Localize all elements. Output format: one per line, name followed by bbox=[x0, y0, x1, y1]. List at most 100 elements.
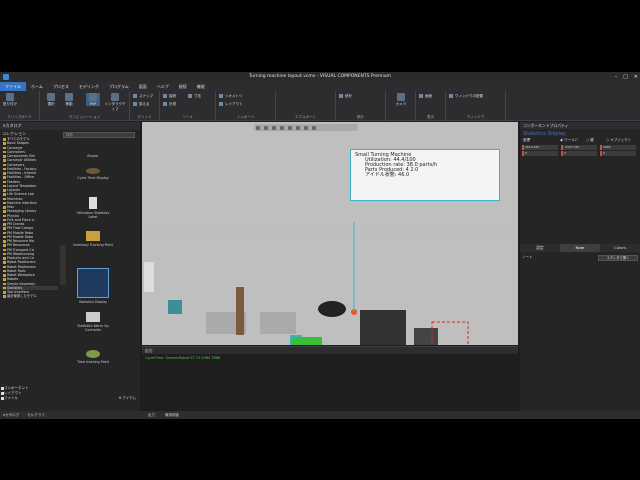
window-title: Turning machine layout.vcmx - VISUAL COM… bbox=[249, 74, 391, 79]
statistics-display-panel[interactable]: Small Turning Machine Utilization: 44.4/… bbox=[350, 149, 500, 201]
tab-machine-survey[interactable]: 機械調査 bbox=[165, 411, 179, 419]
parent-radio[interactable]: ○ 親 bbox=[586, 138, 594, 143]
geometry-option[interactable]: ジオメトリ bbox=[219, 94, 243, 99]
tab-cell-graph[interactable]: セルグラフ bbox=[27, 413, 45, 417]
items-count: 6 アイテム bbox=[119, 396, 136, 400]
open-editor-button[interactable]: エディタで開く bbox=[598, 255, 638, 261]
coord-z-field[interactable]: 2960 bbox=[600, 145, 636, 150]
group-export: エクスポート bbox=[276, 91, 336, 121]
select-icon bbox=[47, 93, 55, 101]
layout-option[interactable]: レイアウト bbox=[219, 102, 243, 107]
dimension-option[interactable]: 寸法 bbox=[188, 94, 201, 99]
paste-icon bbox=[6, 93, 14, 101]
minimize-icon[interactable]: – bbox=[615, 72, 618, 82]
checkbox-label: コンポーネント bbox=[4, 386, 29, 390]
menu-connect[interactable]: 接続 bbox=[174, 82, 192, 91]
menu-modeling[interactable]: モデリング bbox=[74, 82, 104, 91]
group-label-import: インポート bbox=[236, 115, 255, 119]
menu-program[interactable]: プログラム bbox=[104, 82, 134, 91]
menu-feature[interactable]: 機能 bbox=[192, 82, 210, 91]
menu-drawing[interactable]: 図面 bbox=[134, 82, 152, 91]
tab-ecatalog[interactable]: eカタログ bbox=[3, 413, 19, 417]
screen-option[interactable]: 画面 bbox=[419, 94, 432, 99]
snap-option[interactable]: スナップ bbox=[133, 94, 153, 99]
group-statistics: 統計 統計 bbox=[336, 91, 386, 121]
window-layout-option[interactable]: ウィンドウの配置 bbox=[449, 94, 483, 99]
utilization-thumb bbox=[89, 197, 97, 209]
snap-icon bbox=[133, 94, 137, 98]
connect-label: 接続 bbox=[169, 94, 176, 98]
pnp-button[interactable]: PnP bbox=[86, 93, 100, 106]
coord-y-field[interactable]: -3347.097 bbox=[561, 145, 597, 150]
measure-option[interactable]: 計測 bbox=[163, 102, 176, 107]
gallery-side-tab[interactable] bbox=[60, 245, 66, 285]
maximize-icon[interactable]: □ bbox=[623, 72, 628, 82]
menu-file[interactable]: ファイル bbox=[0, 82, 26, 91]
gallery-item-statistics-display[interactable]: Statistics Display bbox=[73, 268, 113, 304]
group-camera: カメラ bbox=[386, 91, 416, 121]
catalog-search-input[interactable]: 検索 bbox=[63, 132, 135, 138]
measure-icon bbox=[163, 102, 167, 106]
group-label-statistics: 統計 bbox=[357, 115, 364, 119]
statistics-option[interactable]: 統計 bbox=[339, 94, 352, 99]
camera-button[interactable]: カメラ bbox=[392, 93, 410, 107]
green-container bbox=[292, 337, 322, 345]
gallery-item-utilization[interactable]: Utilization Statistics Label bbox=[73, 197, 113, 219]
connect-option[interactable]: 接続 bbox=[163, 94, 176, 99]
properties-header: コンポーネントプロパティ bbox=[520, 122, 640, 129]
pnp-icon bbox=[89, 93, 97, 101]
interactive-button[interactable]: インタラクティブ bbox=[104, 93, 126, 112]
coord-x-field[interactable]: 3810.630 bbox=[522, 145, 558, 150]
warmup-thumb bbox=[86, 312, 100, 322]
menu-help[interactable]: ヘルプ bbox=[152, 82, 174, 91]
paste-button[interactable]: 貼り付け bbox=[3, 93, 17, 107]
select-label: 選択 bbox=[47, 102, 55, 106]
interactive-label: インタラクティブ bbox=[104, 102, 126, 111]
ecatalog-header: eカタログ bbox=[0, 122, 140, 130]
folder-icon bbox=[3, 197, 6, 200]
checkbox-icon bbox=[1, 397, 4, 400]
gallery-item-cycle-time[interactable]: Cycle Time Display bbox=[73, 168, 113, 180]
folder-icon bbox=[3, 244, 6, 247]
menu-process[interactable]: プロセス bbox=[48, 82, 74, 91]
close-icon[interactable]: ✕ bbox=[634, 72, 638, 82]
tree-item[interactable]: 最近使用したモデル bbox=[2, 294, 58, 298]
view-cube[interactable] bbox=[144, 262, 154, 292]
folder-icon bbox=[3, 265, 6, 268]
screen-label: 画面 bbox=[425, 94, 432, 98]
folder-icon bbox=[3, 176, 6, 179]
dimension-label: 寸法 bbox=[194, 94, 201, 98]
files-checkbox[interactable]: ファイル 6 アイテム bbox=[0, 396, 140, 401]
3d-viewport[interactable]: Small Turning Machine Utilization: 44.4/… bbox=[142, 122, 518, 345]
folder-icon bbox=[3, 218, 6, 222]
group-label-manipulation: マニピュレーション bbox=[68, 115, 101, 119]
move-button[interactable]: 移動 bbox=[62, 93, 76, 107]
statistics-display-thumb bbox=[77, 268, 109, 298]
gallery-item-buzzer[interactable]: Buzzer bbox=[73, 142, 113, 158]
menu-home[interactable]: ホーム bbox=[26, 82, 48, 91]
buzzer-thumb bbox=[88, 142, 98, 152]
rot-z-field[interactable]: 0 bbox=[600, 151, 636, 156]
gallery-item-warmup[interactable]: Statistics Warm Up Controller bbox=[73, 312, 113, 332]
window-layout-label: ウィンドウの配置 bbox=[455, 94, 483, 98]
world-radio[interactable]: ◉ ワールド bbox=[560, 138, 578, 143]
group-label-grid: グリッド bbox=[137, 115, 152, 119]
folder-icon bbox=[3, 150, 6, 154]
dimension-icon bbox=[188, 94, 192, 98]
object-radio[interactable]: ○ オブジェクト bbox=[606, 138, 631, 143]
folder-icon bbox=[3, 223, 6, 226]
select-button[interactable]: 選択 bbox=[44, 93, 58, 107]
rot-y-field[interactable]: 0 bbox=[561, 151, 597, 156]
tab-note[interactable]: Note bbox=[560, 244, 600, 252]
gallery-item-time-tracking[interactable]: Time tracking Point bbox=[73, 350, 113, 364]
tab-settings[interactable]: 設定 bbox=[520, 244, 560, 252]
gallery-item-inventory[interactable]: Inventory Tracking Point bbox=[73, 231, 113, 247]
tab-colors[interactable]: Colors bbox=[600, 244, 640, 252]
align-option[interactable]: 揃える bbox=[133, 102, 149, 107]
folder-icon bbox=[3, 278, 6, 281]
group-label-tools: ツール bbox=[182, 115, 193, 119]
tab-output[interactable]: 出力 bbox=[148, 411, 155, 419]
layout-icon bbox=[219, 102, 223, 106]
rot-x-field[interactable]: 0 bbox=[522, 151, 558, 156]
folder-icon bbox=[3, 206, 6, 209]
